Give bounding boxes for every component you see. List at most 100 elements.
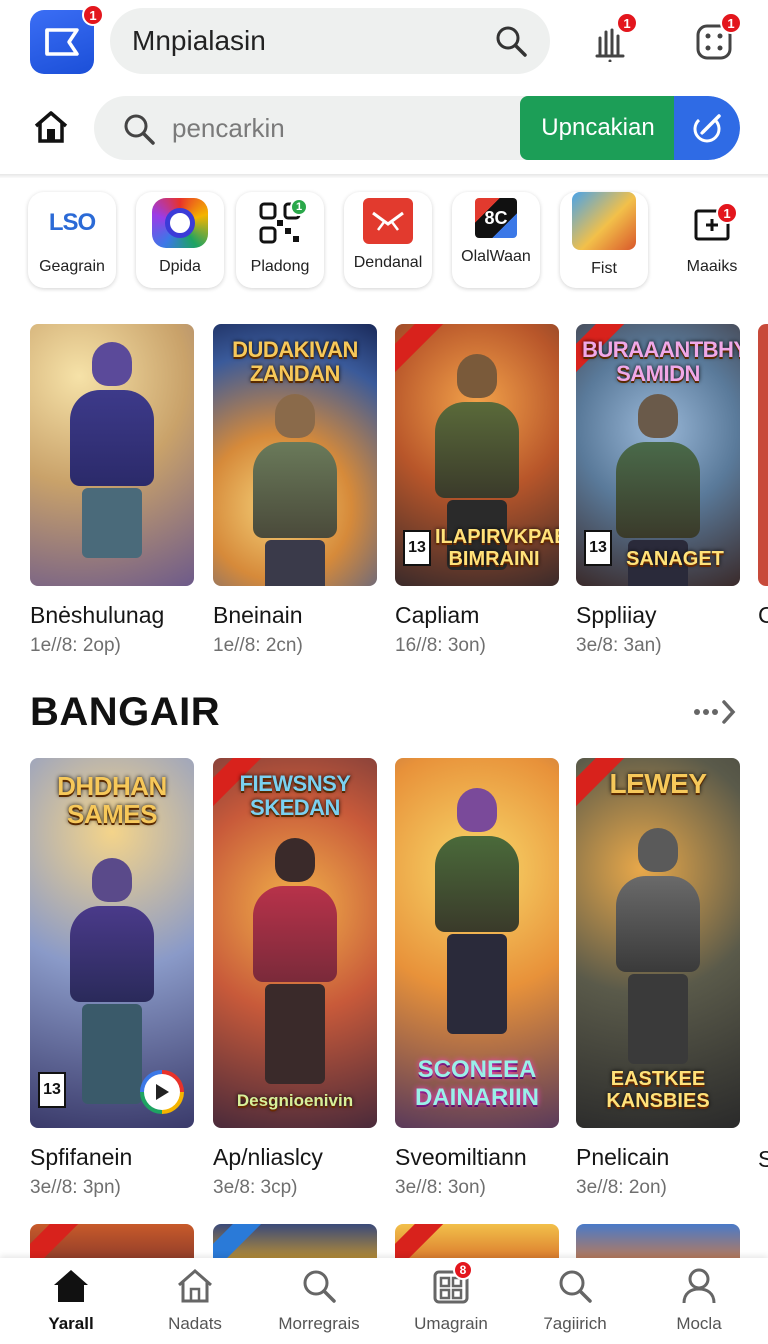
nav-label: Yarall	[48, 1314, 94, 1333]
shortcut-4[interactable]: Dendanal	[344, 192, 432, 288]
game-card[interactable]: FIEWSNSY SKEDAN Desgnioenivin Ap/nliaslc…	[213, 758, 377, 1199]
game-title: Capliam	[395, 602, 480, 628]
cover-subtitle: Desgnioenivin	[236, 1091, 354, 1110]
section-title: BANGAIR	[30, 690, 221, 734]
notifications-badge: 1	[616, 12, 638, 34]
game-meta: 3e//8: 3on)	[395, 1177, 486, 1198]
envelope-icon	[363, 198, 413, 244]
game-card-peek[interactable]: C	[758, 324, 768, 629]
game-title: Bneinain	[213, 602, 303, 628]
cover-subtitle: EASTKEE KANSBIES	[606, 1068, 710, 1112]
search-bar-row: Upncakian	[0, 90, 768, 170]
hero-figure	[253, 394, 337, 586]
bottom-navigation: Yarall Nadats Morregrais 8 Umagrain 7agi…	[0, 1258, 768, 1344]
age-rating: 13	[38, 1072, 66, 1108]
shortcut-badge: 1	[716, 202, 738, 224]
nav-item-search-2[interactable]: 7agiirich	[520, 1266, 630, 1342]
game-cover	[30, 324, 194, 586]
logo-badge: 1	[82, 4, 104, 26]
game-cover: DHDHAN SAMES 13	[30, 758, 194, 1128]
lso-icon: LSO	[48, 209, 96, 236]
game-title: Spfifanein	[30, 1144, 133, 1170]
game-title: Ap/nliaslcy	[213, 1144, 323, 1170]
notifications-button[interactable]: 1	[582, 12, 638, 70]
shortcut-label: Pladong	[250, 258, 310, 275]
search-icon[interactable]	[494, 24, 528, 58]
game-title: Sveomiltiann	[395, 1144, 527, 1170]
shortcut-5[interactable]: 8C OlalWaan	[452, 192, 540, 288]
see-more-button[interactable]	[690, 696, 740, 728]
game-card[interactable]: SCONEEA DAINARIIN Sveomiltiann 3e//8: 3o…	[395, 758, 559, 1199]
edit-icon	[693, 114, 721, 143]
upload-button[interactable]: Upncakian	[520, 96, 676, 160]
game-cover: BURAAANTBHY SAMIDN SANAGET 13	[576, 324, 740, 586]
home-icon	[51, 1266, 91, 1306]
game-title: Bnėshulunag	[30, 602, 165, 628]
cover-subtitle: ILAPIRVKPAES BIMRAINI	[435, 526, 559, 570]
play-button[interactable]	[140, 1070, 184, 1114]
game-art-icon	[572, 192, 636, 250]
game-title: C	[758, 602, 768, 628]
edit-button[interactable]	[674, 96, 740, 160]
apps-button[interactable]: 1	[686, 12, 742, 70]
shortcut-6[interactable]: Fist	[560, 192, 648, 288]
nav-item-home[interactable]: Yarall	[16, 1266, 126, 1342]
game-cover	[758, 324, 768, 586]
game-meta: 16//8: 3on)	[395, 635, 486, 656]
game-card-peek[interactable]: S	[758, 1130, 768, 1173]
nav-item-library[interactable]: 8 Umagrain	[396, 1260, 506, 1342]
shortcut-label: Geagrain	[39, 258, 105, 275]
shortcut-label: Dpida	[159, 258, 201, 275]
person-icon	[679, 1266, 719, 1306]
main-search-input[interactable]	[172, 108, 512, 148]
game-card[interactable]: Bnėshulunag 1e//8: 2op)	[30, 324, 194, 657]
hero-figure	[70, 342, 154, 558]
game-meta: 3e//8: 2on)	[576, 1177, 667, 1198]
cover-title: DUDAKIVAN ZANDAN	[232, 337, 358, 386]
cover-subtitle: SCONEEA DAINARIIN	[415, 1056, 539, 1111]
shortcut-1[interactable]: LSO Geagrain	[28, 192, 116, 288]
game-cover: DUDAKIVAN ZANDAN	[213, 324, 377, 586]
app-logo[interactable]: 1	[30, 4, 104, 74]
age-rating: 13	[584, 530, 612, 566]
nav-item-nadats[interactable]: Nadats	[140, 1266, 250, 1342]
game-card[interactable]: DHDHAN SAMES 13 Spfifanein 3e//8: 3pn)	[30, 758, 194, 1199]
hero-figure	[616, 828, 700, 1064]
home-button[interactable]	[28, 104, 74, 150]
game-card[interactable]: ILAPIRVKPAES BIMRAINI 13 Capliam 16//8: …	[395, 324, 559, 657]
nav-label: Mocla	[676, 1314, 722, 1333]
game-meta: 3e//8: 3pn)	[30, 1177, 121, 1198]
shortcut-badge: 1	[290, 198, 308, 216]
search-icon	[555, 1266, 595, 1306]
play-icon	[156, 1084, 169, 1100]
search-icon	[124, 114, 155, 145]
game-meta: 1e//8: 2op)	[30, 635, 121, 656]
hero-figure	[435, 788, 519, 1034]
main-search-field[interactable]: Upncakian	[94, 96, 740, 160]
game-card[interactable]: DUDAKIVAN ZANDAN Bneinain 1e//8: 2cn)	[213, 324, 377, 657]
nav-item-search[interactable]: Morregrais	[264, 1266, 374, 1342]
cover-title: DHDHAN SAMES	[57, 771, 167, 829]
shortcut-label: Maaiks	[686, 258, 738, 275]
nav-label: Umagrain	[414, 1314, 488, 1333]
grid-icon: 8	[431, 1260, 473, 1306]
shortcut-label: Dendanal	[353, 254, 423, 271]
game-title: Sppliiay	[576, 602, 657, 628]
shortcut-7[interactable]: 1 Maaiks	[668, 192, 756, 288]
shortcut-label: OlalWaan	[461, 248, 531, 265]
game-card[interactable]: BURAAANTBHY SAMIDN SANAGET 13 Sppliiay 3…	[576, 324, 740, 657]
game-meta: 1e//8: 2cn)	[213, 635, 303, 656]
shortcut-3[interactable]: 1 Pladong	[236, 192, 324, 288]
cover-subtitle: SANAGET	[626, 548, 724, 570]
nav-item-profile[interactable]: Mocla	[644, 1266, 754, 1342]
top-bar: 1 Mnpialasin 1 1	[0, 0, 768, 84]
nav-label: Nadats	[168, 1314, 222, 1333]
game-cover: SCONEEA DAINARIIN	[395, 758, 559, 1128]
home-outline-icon	[175, 1266, 215, 1306]
game-card[interactable]: LEWEY EASTKEE KANSBIES Pnelicain 3e//8: …	[576, 758, 740, 1199]
nav-label: 7agiirich	[543, 1314, 607, 1333]
cover-title: LEWEY	[609, 768, 707, 799]
shortcut-2[interactable]: Dpida	[136, 192, 224, 288]
top-search-field[interactable]: Mnpialasin	[110, 8, 550, 74]
game-meta: 3e/8: 3cp)	[213, 1177, 298, 1198]
